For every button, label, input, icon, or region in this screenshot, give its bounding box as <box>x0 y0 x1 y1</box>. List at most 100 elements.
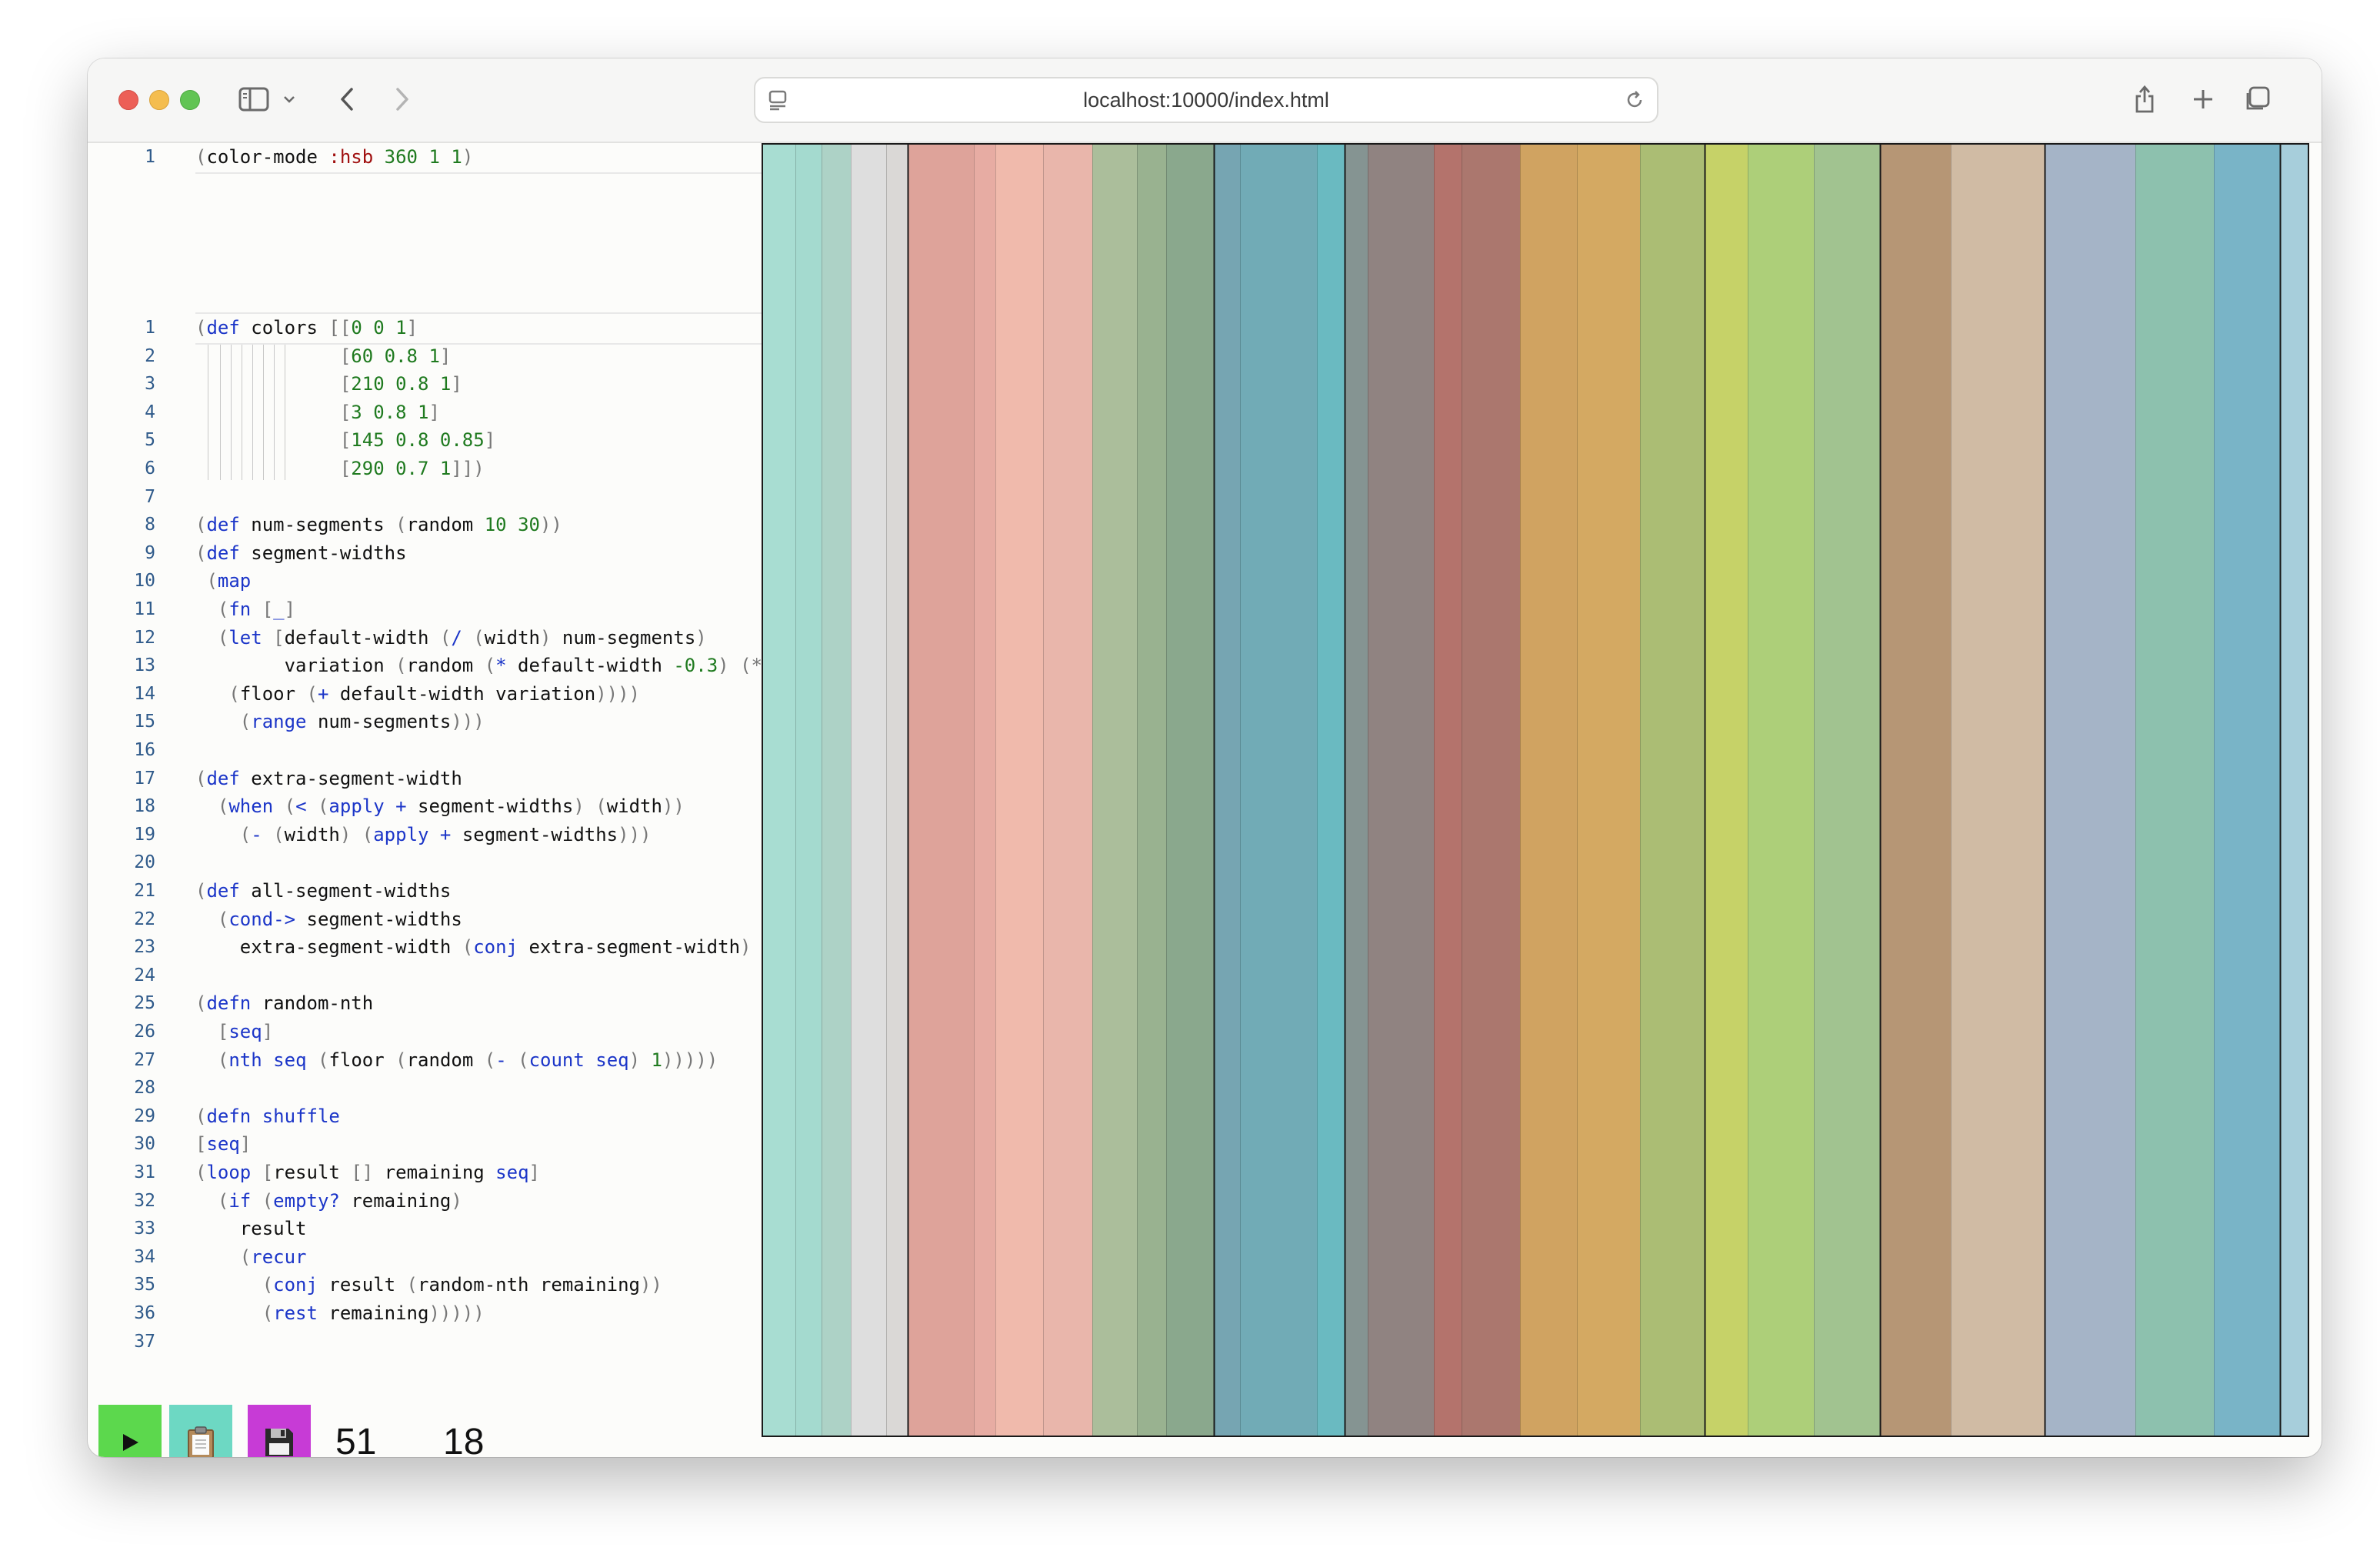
code-line[interactable]: 28 <box>88 1074 762 1102</box>
code-line[interactable]: 2 [60 0.8 1] <box>88 342 762 370</box>
code-line[interactable]: 33 result <box>88 1215 762 1242</box>
code-line[interactable]: 4 [3 0.8 1] <box>88 399 762 426</box>
code-line[interactable]: 7 <box>88 483 762 511</box>
code-line[interactable]: 8 (def num-segments (random 10 30)) <box>88 511 762 539</box>
segment-stripe <box>1748 143 1814 1437</box>
code-line[interactable]: 24 <box>88 962 762 989</box>
zoom-window-button[interactable] <box>180 90 200 110</box>
segment-stripe <box>762 143 795 1437</box>
code-editor[interactable]: 1 (color-mode :hsb 360 1 1) 1 (def colors … <box>88 143 762 1457</box>
code-token: + <box>395 795 407 818</box>
forward-arrow-icon[interactable] <box>386 78 417 120</box>
code-token: ( <box>217 626 229 649</box>
code-token: num-segments <box>551 626 696 649</box>
code-token: ( <box>195 146 207 168</box>
code-token: ( <box>195 514 207 536</box>
code-token: apply <box>373 823 429 845</box>
code-token: ( <box>239 823 252 845</box>
sketch-canvas[interactable] <box>762 143 2309 1437</box>
code-line[interactable]: 27 (nth seq (floor (random (- (count seq… <box>88 1046 762 1074</box>
code-text: (range num-segments))) <box>195 708 485 735</box>
close-window-button[interactable] <box>118 90 138 110</box>
code-token: ) <box>718 655 729 677</box>
code-token: [ <box>262 599 274 620</box>
code-line[interactable]: 36 (rest remaining))))) <box>88 1299 762 1327</box>
code-line[interactable]: 14 (floor (+ default-width variation)))) <box>88 680 762 708</box>
code-line[interactable]: 15 (range num-segments))) <box>88 708 762 735</box>
code-token: ( <box>239 1246 252 1268</box>
tab-overview-icon[interactable] <box>2240 78 2274 120</box>
code-line[interactable]: 37 <box>88 1328 762 1356</box>
code-token: ) <box>573 795 585 818</box>
minimize-window-button[interactable] <box>149 90 169 110</box>
code-line[interactable]: 31 (loop [result [] remaining seq] <box>88 1159 762 1186</box>
address-bar[interactable]: localhost:10000/index.html <box>754 77 1658 123</box>
code-line[interactable]: 26 [seq] <box>88 1018 762 1045</box>
code-line[interactable]: 3 [210 0.8 1] <box>88 370 762 398</box>
code-line[interactable]: 35 (conj result (random-nth remaining)) <box>88 1271 762 1299</box>
reload-icon[interactable] <box>1622 78 1648 122</box>
main-code-block[interactable]: 1 (def colors [[0 0 1] 2 [60 0.8 1] 3 [210 … <box>88 312 762 1422</box>
code-line[interactable]: 1 (def colors [[0 0 1] <box>88 312 762 345</box>
code-line[interactable]: 12 (let [default-width (/ (width) num-se… <box>88 624 762 652</box>
page-content: 1 (color-mode :hsb 360 1 1) 1 (def colors … <box>88 143 2322 1457</box>
code-token: ] <box>406 317 418 338</box>
save-button[interactable] <box>248 1405 311 1457</box>
share-icon[interactable] <box>2128 78 2162 120</box>
code-token: 145 0.8 0.85 <box>351 429 485 452</box>
code-token: recur <box>251 1246 307 1268</box>
run-button[interactable] <box>98 1405 162 1457</box>
code-text: variation (random (* default-width -0.3)… <box>195 652 762 679</box>
code-token: [] <box>351 1162 374 1183</box>
sidebar-toggle-icon[interactable] <box>237 78 271 120</box>
code-line[interactable]: 32 (if (empty? remaining) <box>88 1187 762 1215</box>
code-line[interactable]: 13 variation (random (* default-width -0… <box>88 652 762 679</box>
code-line[interactable]: 16 <box>88 736 762 764</box>
segment-stripe <box>1317 143 1345 1437</box>
code-line[interactable]: 29 (defn shuffle <box>88 1102 762 1130</box>
code-line[interactable]: 34 (recur <box>88 1243 762 1271</box>
code-line[interactable]: 1 (color-mode :hsb 360 1 1) <box>88 143 762 174</box>
code-line[interactable]: 20 <box>88 849 762 876</box>
code-token: seq <box>228 1021 262 1042</box>
code-line[interactable]: 10 (map <box>88 567 762 595</box>
line-number: 28 <box>134 1078 155 1099</box>
code-line[interactable]: 19 (- (width) (apply + segment-widths))) <box>88 821 762 849</box>
copy-button[interactable] <box>169 1405 232 1457</box>
new-tab-icon[interactable] <box>2186 78 2220 120</box>
code-line[interactable]: 18 (when (< (apply + segment-widths) (wi… <box>88 792 762 820</box>
code-line[interactable]: 11 (fn [_] <box>88 595 762 623</box>
code-line[interactable]: 9 (def segment-widths <box>88 539 762 567</box>
url-text[interactable]: localhost:10000/index.html <box>755 78 1657 122</box>
code-token: seq <box>595 1049 629 1071</box>
code-line[interactable]: 30 [seq] <box>88 1130 762 1158</box>
code-token: [ <box>262 1162 274 1183</box>
code-line[interactable]: 23 extra-segment-width (conj extra-segme… <box>88 933 762 961</box>
segment-stripe <box>1462 143 1520 1437</box>
back-arrow-icon[interactable] <box>332 78 363 120</box>
code-token: num-segments <box>306 711 452 733</box>
code-token: ) <box>695 626 707 649</box>
code-line[interactable]: 17 (def extra-segment-width <box>88 765 762 792</box>
code-line[interactable]: 22 (cond-> segment-widths <box>88 905 762 933</box>
code-token: ] <box>439 345 452 367</box>
code-line[interactable]: 6 [290 0.7 1]]) <box>88 455 762 482</box>
code-text: [3 0.8 1] <box>195 399 440 426</box>
code-line[interactable]: 5 [145 0.8 0.85] <box>88 426 762 454</box>
code-line[interactable]: 21 (def all-segment-widths <box>88 877 762 905</box>
setup-code-block[interactable]: 1 (color-mode :hsb 360 1 1) <box>88 143 762 297</box>
line-number: 23 <box>134 937 155 958</box>
line-number: 21 <box>134 881 155 901</box>
code-line[interactable]: 25 (defn random-nth <box>88 989 762 1017</box>
code-token: - <box>251 823 262 845</box>
chevron-down-icon[interactable] <box>280 78 298 120</box>
